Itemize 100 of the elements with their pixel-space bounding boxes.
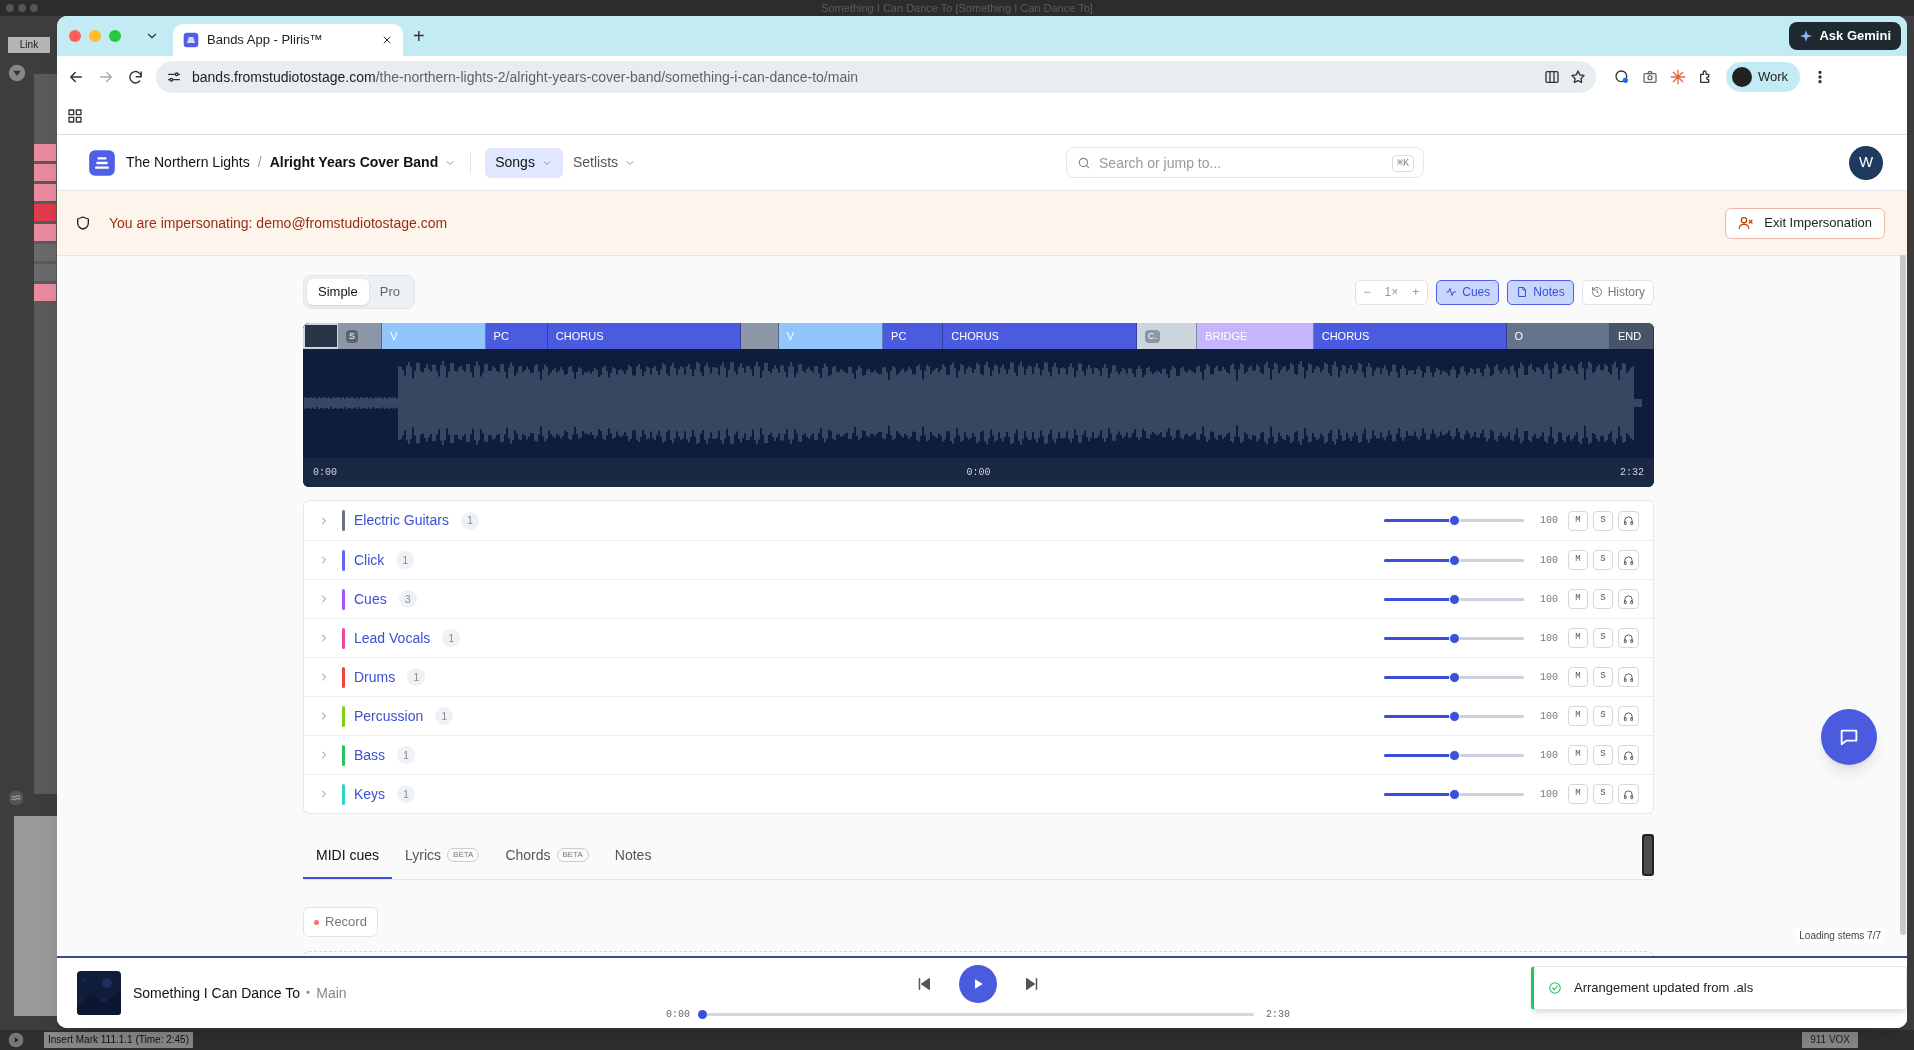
banner-message: You are impersonating: demo@fromstudiotostage.com — [109, 213, 448, 233]
address-bar[interactable]: bands.fromstudiotostage.com/the-northern-lights-2/alright-years-cover-band/something-i-can-dance-to/main — [156, 61, 1596, 93]
solo-button[interactable]: S — [1593, 667, 1613, 687]
headphones-icon — [1623, 710, 1634, 722]
slider-handle[interactable] — [1449, 671, 1460, 683]
extension-badge-icon[interactable] — [1614, 69, 1630, 85]
scrollbar[interactable] — [1900, 255, 1906, 935]
ask-gemini-button[interactable]: Ask Gemini — [1789, 22, 1901, 50]
track-name[interactable]: Cues — [354, 588, 387, 610]
solo-button[interactable]: S — [1593, 784, 1613, 804]
mute-button[interactable]: M — [1568, 510, 1588, 531]
arrangement-name: Main — [316, 983, 347, 1003]
user-avatar[interactable]: W — [1849, 145, 1883, 180]
track-name[interactable]: Drums — [354, 666, 396, 688]
slider-handle[interactable] — [1449, 632, 1460, 644]
monitor-button[interactable] — [1618, 745, 1639, 765]
mute-button[interactable]: M — [1568, 784, 1588, 804]
close-icon[interactable] — [381, 34, 393, 46]
resize-handle[interactable] — [1642, 834, 1654, 876]
zoom-level: 1× — [1383, 284, 1400, 301]
track-name[interactable]: Bass — [354, 744, 386, 766]
profile-button[interactable]: Work — [1726, 62, 1801, 92]
content-tab[interactable]: Lyrics BETA — [392, 833, 493, 879]
mode-tab[interactable]: Pro — [368, 279, 411, 305]
monitor-button[interactable] — [1618, 628, 1639, 648]
track-name[interactable]: Electric Guitars — [354, 510, 449, 531]
slider-handle[interactable] — [1449, 515, 1460, 526]
solo-button[interactable]: S — [1593, 510, 1613, 531]
star-icon[interactable] — [1570, 69, 1586, 85]
track-name[interactable]: Click — [354, 549, 385, 571]
exit-impersonation-button[interactable]: Exit Impersonation — [1725, 207, 1885, 239]
headphones-icon — [1623, 671, 1634, 683]
camera-icon[interactable] — [1642, 69, 1658, 85]
mute-button[interactable]: M — [1568, 589, 1588, 609]
content-tab[interactable]: MIDI cues — [303, 833, 392, 879]
track-name[interactable]: Keys — [354, 783, 386, 805]
headphones-icon — [1623, 749, 1634, 761]
record-button[interactable]: Record — [303, 907, 378, 937]
solo-button[interactable]: S — [1593, 628, 1613, 648]
section-tag: S — [346, 329, 359, 343]
link-button[interactable]: Link — [8, 37, 50, 53]
song-section[interactable]: PC — [883, 323, 944, 349]
volume-value: 100 — [1540, 592, 1559, 607]
play-button[interactable] — [959, 964, 997, 1003]
song-section[interactable]: O — [1506, 323, 1610, 349]
new-tab-button[interactable]: + — [413, 26, 425, 46]
song-section[interactable]: CHORUS — [1313, 323, 1507, 349]
mode-tab[interactable]: Simple — [307, 279, 369, 305]
monitor-button[interactable] — [1618, 510, 1639, 531]
project-dropdown[interactable]: Alright Years Cover Band — [269, 152, 457, 173]
content-tab[interactable]: Chords BETA — [492, 833, 602, 879]
monitor-button[interactable] — [1618, 706, 1639, 726]
tab-title: Bands App - Pliris™ — [207, 31, 324, 50]
song-section[interactable]: END — [1609, 323, 1654, 349]
track-name[interactable]: Percussion — [354, 705, 424, 727]
song-section[interactable]: CHORUS — [943, 323, 1138, 349]
content-tab[interactable]: Notes — [601, 833, 665, 879]
apps-grid-icon[interactable] — [67, 108, 83, 124]
solo-button[interactable]: S — [1593, 589, 1613, 609]
site-settings-icon[interactable] — [166, 69, 182, 85]
mute-button[interactable]: M — [1568, 550, 1588, 570]
mute-button[interactable]: M — [1568, 706, 1588, 726]
song-section[interactable]: S — [338, 323, 383, 349]
mute-button[interactable]: M — [1568, 667, 1588, 687]
shield-icon — [75, 215, 91, 231]
solo-button[interactable]: S — [1593, 550, 1613, 570]
song-section[interactable]: CHORUS — [547, 323, 741, 349]
chat-button[interactable] — [1821, 709, 1877, 765]
check-circle-icon — [1548, 981, 1562, 995]
band-link[interactable]: The Northern Lights — [126, 152, 250, 173]
mute-button[interactable]: M — [1568, 745, 1588, 765]
monitor-button[interactable] — [1618, 667, 1639, 687]
song-section[interactable]: PC — [485, 323, 548, 349]
section-tag: C. — [1145, 329, 1161, 343]
slider-handle[interactable] — [1449, 554, 1460, 566]
status-text: Insert Mark 111.1.1 (Time: 2:45) — [44, 1032, 193, 1048]
slider-handle[interactable] — [1449, 710, 1460, 722]
song-section[interactable] — [303, 323, 339, 349]
monitor-button[interactable] — [1618, 784, 1639, 804]
solo-button[interactable]: S — [1593, 706, 1613, 726]
progress-handle[interactable] — [698, 1009, 707, 1019]
reload-icon[interactable] — [127, 68, 144, 86]
pulse-icon — [1445, 286, 1458, 298]
browser-tab[interactable]: Bands App - Pliris™ — [173, 24, 403, 56]
mute-button[interactable]: M — [1568, 628, 1588, 648]
nav-tab[interactable]: Setlists — [562, 147, 647, 178]
notes-toggle[interactable]: Notes — [1507, 279, 1574, 305]
nav-tab[interactable]: Songs — [485, 147, 563, 178]
monitor-button[interactable] — [1618, 589, 1639, 609]
monitor-button[interactable] — [1618, 550, 1639, 570]
track-name[interactable]: Lead Vocals — [354, 627, 431, 649]
cues-toggle[interactable]: Cues — [1436, 279, 1500, 305]
history-toggle[interactable]: History — [1581, 279, 1654, 305]
slider-handle[interactable] — [1449, 749, 1460, 761]
slider-handle[interactable] — [1449, 593, 1460, 605]
burst-icon[interactable] — [1670, 69, 1686, 85]
slider-handle[interactable] — [1449, 788, 1460, 800]
solo-button[interactable]: S — [1593, 745, 1613, 765]
reader-icon[interactable] — [1544, 69, 1560, 85]
clip-block — [34, 204, 56, 221]
